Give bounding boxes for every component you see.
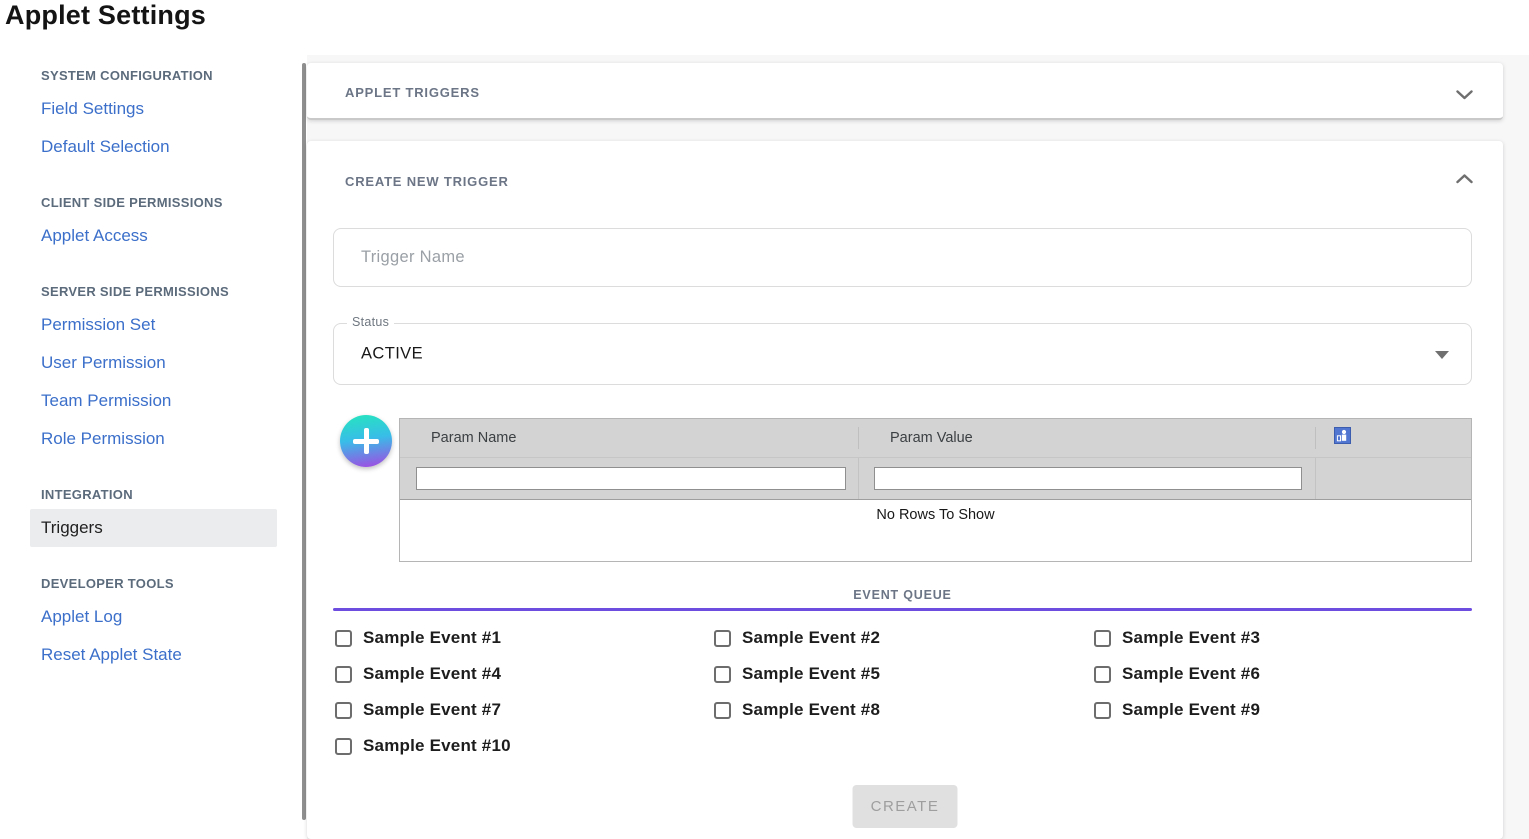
event-checkbox-item[interactable]: Sample Event #9	[1094, 700, 1474, 720]
sidebar-item-applet-access[interactable]: Applet Access	[41, 217, 281, 255]
event-checkbox-item[interactable]: Sample Event #4	[335, 664, 714, 684]
section-header: INTEGRATION	[41, 481, 281, 509]
event-label: Sample Event #7	[363, 700, 501, 720]
param-value-filter-input[interactable]	[874, 467, 1302, 490]
chevron-down-icon[interactable]	[1456, 87, 1473, 105]
checkbox-unchecked-icon[interactable]	[335, 630, 352, 647]
create-button[interactable]: CREATE	[853, 785, 958, 828]
section-header: SERVER SIDE PERMISSIONS	[41, 278, 281, 306]
create-new-trigger-panel: CREATE NEW TRIGGER Status ACTIVE Param N…	[307, 141, 1503, 839]
checkbox-unchecked-icon[interactable]	[335, 702, 352, 719]
checkbox-unchecked-icon[interactable]	[714, 666, 731, 683]
checkbox-unchecked-icon[interactable]	[714, 630, 731, 647]
event-label: Sample Event #9	[1122, 700, 1260, 720]
status-select-label: Status	[347, 315, 394, 329]
event-checkbox-item[interactable]: Sample Event #2	[714, 628, 1094, 648]
event-queue-divider	[333, 608, 1472, 611]
column-header-actions	[1316, 427, 1471, 449]
param-table-body: No Rows To Show	[400, 499, 1471, 561]
panel-title: APPLET TRIGGERS	[345, 85, 480, 100]
sidebar-item-role-permission[interactable]: Role Permission	[41, 420, 281, 458]
panel-title: CREATE NEW TRIGGER	[345, 174, 509, 189]
event-checkbox-item[interactable]: Sample Event #6	[1094, 664, 1474, 684]
delete-entry-icon	[1334, 427, 1351, 451]
empty-table-message: No Rows To Show	[400, 507, 1471, 523]
sidebar-section-server-side-permissions: SERVER SIDE PERMISSIONS Permission Set U…	[41, 278, 281, 458]
settings-sidebar: SYSTEM CONFIGURATION Field Settings Defa…	[41, 62, 281, 697]
event-label: Sample Event #2	[742, 628, 880, 648]
event-label: Sample Event #5	[742, 664, 880, 684]
sidebar-section-integration: INTEGRATION Triggers	[41, 481, 281, 547]
section-header: CLIENT SIDE PERMISSIONS	[41, 189, 281, 217]
event-queue-list: Sample Event #1 Sample Event #2 Sample E…	[335, 628, 1474, 756]
trigger-name-input[interactable]	[333, 228, 1472, 287]
event-label: Sample Event #10	[363, 736, 511, 756]
applet-triggers-panel[interactable]: APPLET TRIGGERS	[307, 63, 1503, 120]
param-table-filter-row	[400, 457, 1471, 499]
event-label: Sample Event #1	[363, 628, 501, 648]
page-title: Applet Settings	[5, 0, 206, 31]
sidebar-section-developer-tools: DEVELOPER TOOLS Applet Log Reset Applet …	[41, 570, 281, 674]
chevron-up-icon[interactable]	[1456, 171, 1473, 189]
param-table-header: Param Name Param Value	[400, 419, 1471, 457]
add-param-button[interactable]	[340, 415, 392, 467]
column-header-param-value[interactable]: Param Value	[859, 427, 1316, 449]
column-header-param-name[interactable]: Param Name	[400, 427, 859, 449]
event-checkbox-item[interactable]: Sample Event #1	[335, 628, 714, 648]
sidebar-item-reset-applet-state[interactable]: Reset Applet State	[41, 636, 281, 674]
sidebar-item-default-selection[interactable]: Default Selection	[41, 128, 281, 166]
event-checkbox-item[interactable]: Sample Event #3	[1094, 628, 1474, 648]
section-header: SYSTEM CONFIGURATION	[41, 62, 281, 90]
sidebar-item-triggers[interactable]: Triggers	[30, 509, 277, 547]
section-header: DEVELOPER TOOLS	[41, 570, 281, 598]
sidebar-item-permission-set[interactable]: Permission Set	[41, 306, 281, 344]
sidebar-item-applet-log[interactable]: Applet Log	[41, 598, 281, 636]
event-label: Sample Event #3	[1122, 628, 1260, 648]
event-checkbox-item[interactable]: Sample Event #5	[714, 664, 1094, 684]
status-select-value: ACTIVE	[361, 345, 423, 364]
event-checkbox-item[interactable]: Sample Event #10	[335, 736, 714, 756]
param-name-filter-input[interactable]	[416, 467, 846, 490]
sidebar-item-team-permission[interactable]: Team Permission	[41, 382, 281, 420]
sidebar-section-system-configuration: SYSTEM CONFIGURATION Field Settings Defa…	[41, 62, 281, 166]
checkbox-unchecked-icon[interactable]	[1094, 666, 1111, 683]
event-label: Sample Event #4	[363, 664, 501, 684]
event-checkbox-item[interactable]: Sample Event #8	[714, 700, 1094, 720]
checkbox-unchecked-icon[interactable]	[335, 738, 352, 755]
caret-down-icon	[1435, 351, 1449, 359]
checkbox-unchecked-icon[interactable]	[1094, 630, 1111, 647]
status-select[interactable]: Status ACTIVE	[333, 323, 1472, 385]
event-label: Sample Event #6	[1122, 664, 1260, 684]
sidebar-item-field-settings[interactable]: Field Settings	[41, 90, 281, 128]
event-checkbox-item[interactable]: Sample Event #7	[335, 700, 714, 720]
checkbox-unchecked-icon[interactable]	[1094, 702, 1111, 719]
trigger-params-section: Param Name Param Value No Rows To Show	[333, 418, 1472, 562]
checkbox-unchecked-icon[interactable]	[714, 702, 731, 719]
event-queue-title: EVENT QUEUE	[333, 588, 1472, 602]
sidebar-item-user-permission[interactable]: User Permission	[41, 344, 281, 382]
param-table: Param Name Param Value No Rows To Show	[399, 418, 1472, 562]
checkbox-unchecked-icon[interactable]	[335, 666, 352, 683]
sidebar-section-client-side-permissions: CLIENT SIDE PERMISSIONS Applet Access	[41, 189, 281, 255]
event-label: Sample Event #8	[742, 700, 880, 720]
vertical-scrollbar[interactable]	[302, 63, 306, 820]
